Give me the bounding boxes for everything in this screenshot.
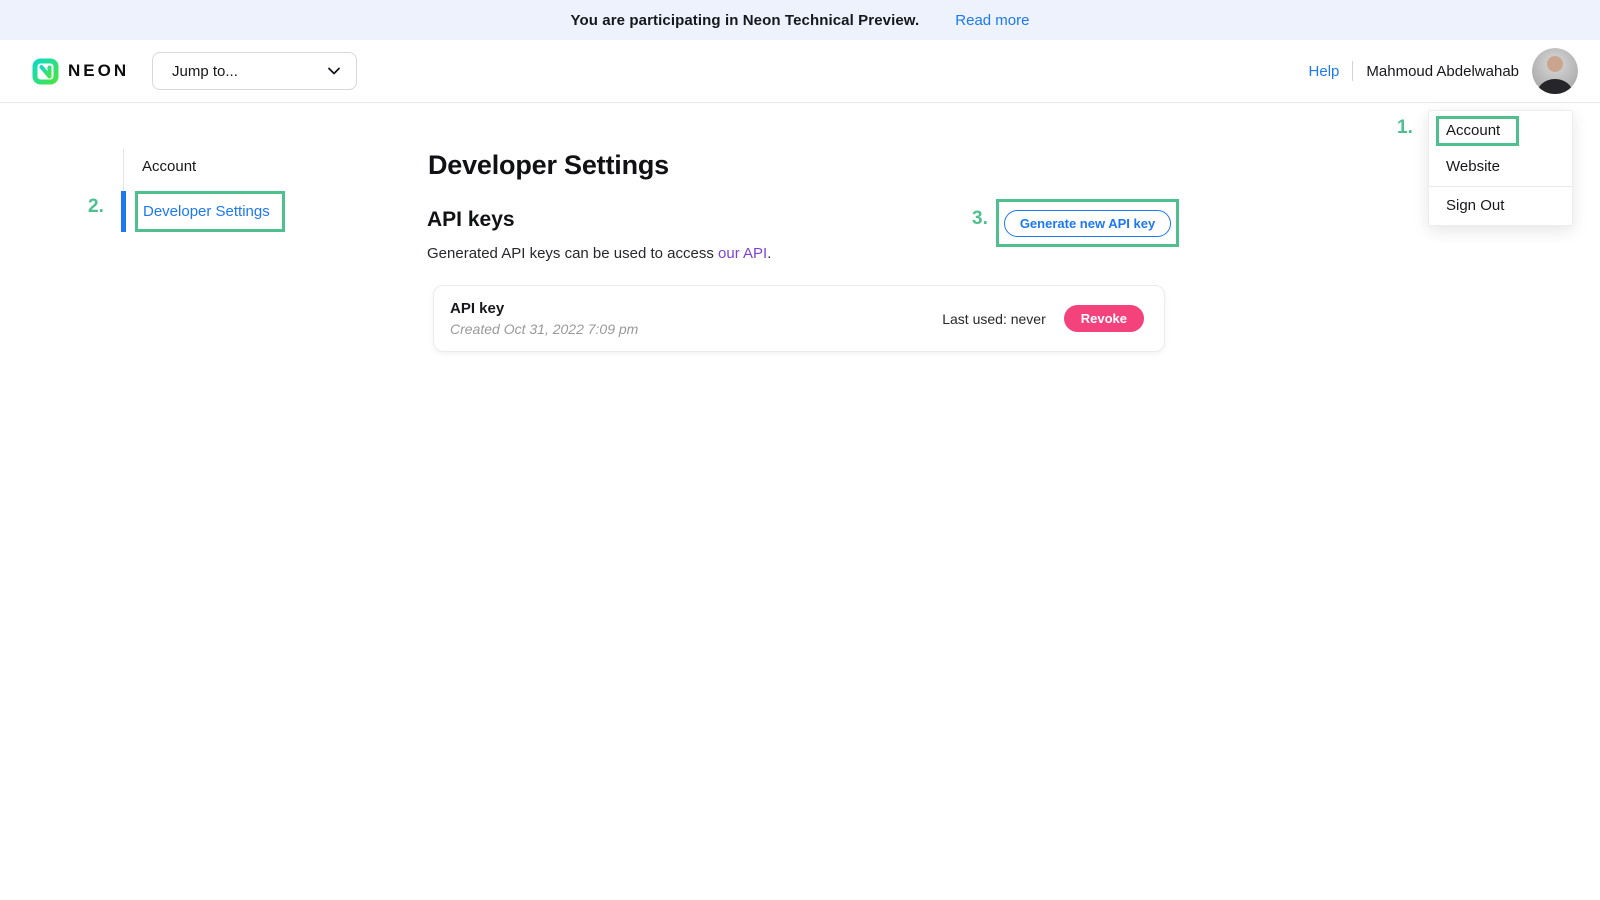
app-header: NEON Jump to... Help Mahmoud Abdelwahab — [0, 40, 1600, 103]
preview-banner: You are participating in Neon Technical … — [0, 0, 1600, 40]
menu-item-signout[interactable]: Sign Out — [1429, 187, 1572, 216]
jump-to-label: Jump to... — [172, 63, 238, 80]
banner-message: You are participating in Neon Technical … — [571, 12, 920, 29]
user-dropdown-menu: Account Website Sign Out — [1428, 110, 1573, 226]
annotation-step-1: 1. — [1397, 117, 1413, 139]
developer-settings-highlight-box: Developer Settings — [135, 191, 285, 232]
annotation-step-3: 3. — [972, 208, 988, 230]
jump-to-select[interactable]: Jump to... — [152, 52, 357, 90]
header-right: Help Mahmoud Abdelwahab — [1309, 40, 1578, 102]
generate-highlight-box: Generate new API key — [996, 199, 1179, 247]
read-more-link[interactable]: Read more — [955, 12, 1029, 29]
revoke-button[interactable]: Revoke — [1064, 305, 1144, 332]
generate-api-key-button[interactable]: Generate new API key — [1004, 210, 1171, 237]
api-key-actions: Last used: never Revoke — [942, 305, 1144, 332]
avatar[interactable] — [1532, 48, 1578, 94]
sidebar-item-account[interactable]: Account — [142, 158, 196, 175]
api-key-card: API key Created Oct 31, 2022 7:09 pm Las… — [433, 285, 1165, 352]
sidebar-item-developer-settings[interactable]: Developer Settings — [143, 203, 270, 220]
menu-item-account[interactable]: Account — [1429, 115, 1572, 149]
our-api-link[interactable]: our API — [718, 245, 767, 262]
section-description: Generated API keys can be used to access… — [427, 245, 771, 262]
annotation-step-2: 2. — [88, 196, 104, 218]
menu-item-account-label: Account — [1446, 122, 1500, 139]
menu-item-website[interactable]: Website — [1429, 149, 1572, 184]
section-title: API keys — [427, 208, 515, 232]
neon-logo[interactable]: NEON — [32, 40, 129, 102]
menu-item-signout-label: Sign Out — [1446, 197, 1504, 214]
menu-item-website-label: Website — [1446, 158, 1500, 175]
header-divider — [1352, 61, 1353, 81]
page-title: Developer Settings — [428, 150, 669, 181]
description-suffix: . — [767, 245, 771, 262]
chevron-down-icon — [326, 63, 342, 79]
api-key-created: Created Oct 31, 2022 7:09 pm — [450, 321, 638, 337]
account-highlight-box: Account — [1436, 116, 1519, 146]
neon-logo-icon — [32, 58, 59, 85]
help-link[interactable]: Help — [1309, 63, 1340, 80]
app-root: You are participating in Neon Technical … — [0, 0, 1600, 900]
description-text: Generated API keys can be used to access — [427, 245, 718, 262]
user-name[interactable]: Mahmoud Abdelwahab — [1366, 63, 1519, 80]
api-key-info: API key Created Oct 31, 2022 7:09 pm — [450, 300, 638, 337]
sidebar-active-indicator — [121, 191, 126, 232]
api-key-name: API key — [450, 300, 638, 317]
neon-wordmark: NEON — [68, 61, 129, 81]
api-key-last-used: Last used: never — [942, 311, 1046, 327]
